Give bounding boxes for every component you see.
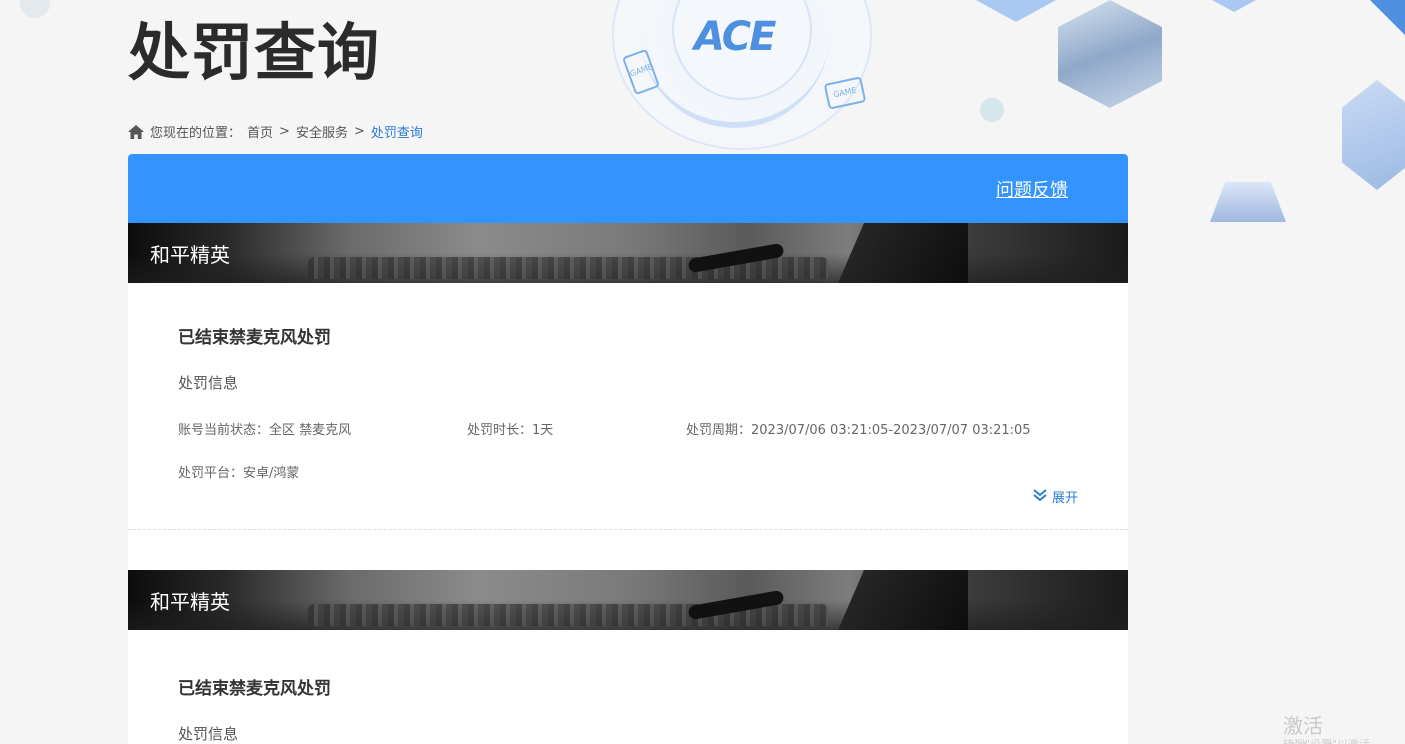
section-label: 处罚信息 — [178, 725, 239, 743]
breadcrumb-separator: > — [279, 124, 290, 139]
game-banner: 和平精英 — [128, 223, 1128, 283]
game-name: 和平精英 — [150, 243, 230, 267]
decor-ring — [672, 0, 812, 100]
game-monitor-icon: GAME — [823, 76, 867, 110]
section-label: 处罚信息 — [178, 374, 239, 392]
account-status: 账号当前状态：全区 禁麦克风 — [178, 423, 352, 438]
banner-soldier — [838, 223, 968, 283]
record-title: 已结束禁麦克风处罚 — [178, 679, 331, 699]
breadcrumb-separator: > — [353, 124, 365, 139]
breadcrumb-security-link[interactable]: 安全服务 — [296, 122, 348, 141]
penalty-panel: 问题反馈 和平精英 已结束禁麦克风处罚 处罚信息 账号当前状态：全区 禁麦克风 … — [128, 154, 1128, 744]
info-row: 账号当前状态：全区 禁麦克风 处罚时长：1天 处罚周期：2023/07/06 0… — [178, 419, 1078, 438]
penalty-platform: 处罚平台：安卓/鸿蒙 — [178, 466, 300, 481]
panel-header: 问题反馈 — [128, 154, 1128, 223]
game-phone-icon: GAME — [621, 48, 661, 96]
character-hex-image — [1342, 80, 1405, 190]
penalty-duration: 处罚时长：1天 — [467, 423, 554, 438]
expand-button[interactable]: 展开 — [1032, 487, 1078, 506]
windows-activation-hint: 转到"设置"以激活 Windows。 — [1283, 736, 1405, 744]
record-title: 已结束禁麦克风处罚 — [178, 328, 331, 348]
page-title: 处罚查询 — [128, 16, 381, 89]
breadcrumb-current: 处罚查询 — [370, 126, 423, 141]
decor-triangle — [976, 0, 1056, 22]
feedback-link[interactable]: 问题反馈 — [996, 176, 1068, 202]
banner-soldier — [838, 570, 968, 630]
breadcrumb: 您现在的位置： 首页 > 安全服务 > 处罚查询 — [128, 122, 423, 141]
decor-ring — [640, 8, 830, 128]
decor-triangle — [1212, 0, 1256, 12]
expand-label: 展开 — [1051, 491, 1078, 506]
home-icon — [128, 124, 144, 139]
double-chevron-down-icon — [1032, 488, 1048, 506]
ace-logo: ACE — [694, 14, 776, 60]
game-name: 和平精英 — [150, 590, 230, 614]
penalty-period: 处罚周期：2023/07/06 03:21:05-2023/07/07 03:2… — [686, 423, 1031, 438]
penalty-record: 已结束禁麦克风处罚 处罚信息 — [128, 630, 1128, 744]
character-hex-image — [1058, 0, 1162, 108]
breadcrumb-prefix: 您现在的位置： — [150, 126, 242, 141]
breadcrumb-home-link[interactable]: 首页 — [247, 122, 273, 141]
background-bubble — [20, 0, 50, 18]
decor-triangle — [1340, 0, 1405, 50]
decor-ring — [612, 0, 872, 150]
background-bubble — [980, 98, 1004, 122]
penalty-record: 已结束禁麦克风处罚 处罚信息 账号当前状态：全区 禁麦克风 处罚时长：1天 处罚… — [128, 283, 1128, 530]
game-banner: 和平精英 — [128, 570, 1128, 630]
info-row: 处罚平台：安卓/鸿蒙 — [178, 462, 1078, 481]
character-hex-image — [1210, 182, 1286, 222]
